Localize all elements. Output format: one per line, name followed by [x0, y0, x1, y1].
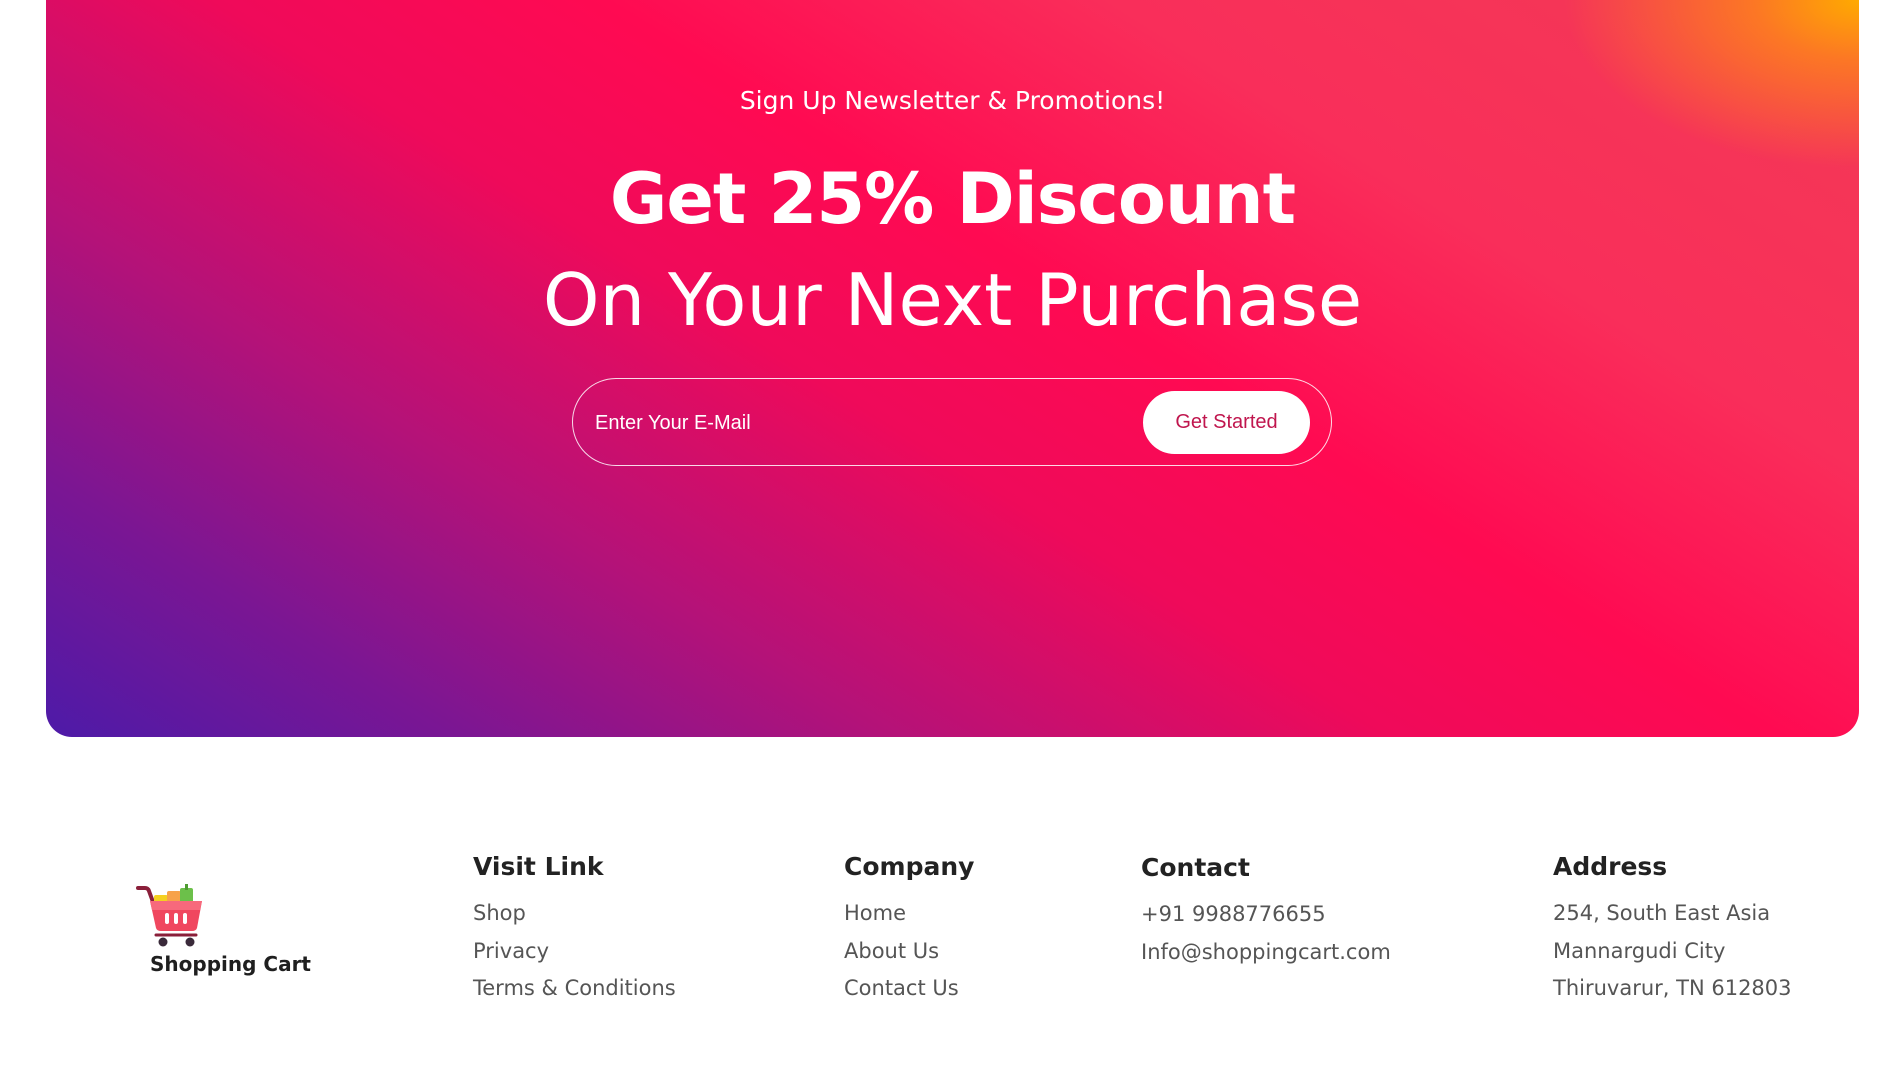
footer-company: Company Home About Us Contact Us — [844, 852, 974, 1014]
list-item: Home — [844, 901, 974, 939]
email-input[interactable] — [595, 401, 1095, 445]
company-heading: Company — [844, 852, 975, 881]
list-item: Privacy — [473, 939, 676, 977]
home-link[interactable]: Home — [844, 901, 906, 925]
terms-link[interactable]: Terms & Conditions — [473, 976, 676, 1000]
list-item: Terms & Conditions — [473, 976, 676, 1014]
about-us-link[interactable]: About Us — [844, 939, 939, 963]
list-item: +91 9988776655 — [1141, 902, 1391, 940]
get-started-button[interactable]: Get Started — [1143, 391, 1310, 454]
contact-us-link[interactable]: Contact Us — [844, 976, 959, 1000]
list-item: About Us — [844, 939, 974, 977]
list-item: Shop — [473, 901, 676, 939]
list-item: Contact Us — [844, 976, 974, 1014]
newsletter-form: Get Started — [572, 378, 1332, 466]
discount-subheadline: On Your Next Purchase — [542, 258, 1363, 342]
address-line: 254, South East Asia — [1553, 901, 1771, 925]
brand-name: Shopping Cart — [150, 952, 311, 976]
email-link[interactable]: Info@shoppingcart.com — [1141, 940, 1391, 964]
footer-address: Address 254, South East Asia Mannargudi … — [1553, 852, 1792, 1014]
privacy-link[interactable]: Privacy — [473, 939, 549, 963]
address-line: Thiruvarur, TN 612803 — [1553, 976, 1792, 1000]
page: Sign Up Newsletter & Promotions! Get 25%… — [0, 0, 1896, 1079]
footer-contact: Contact +91 9988776655 Info@shoppingcart… — [1141, 853, 1391, 977]
newsletter-eyebrow: Sign Up Newsletter & Promotions! — [739, 86, 1166, 115]
shop-link[interactable]: Shop — [473, 901, 526, 925]
phone-link[interactable]: +91 9988776655 — [1141, 902, 1326, 926]
footer-visit-links: Visit Link Shop Privacy Terms & Conditio… — [473, 852, 676, 1014]
visit-link-heading: Visit Link — [473, 852, 604, 881]
address-heading: Address — [1553, 852, 1668, 881]
address-line: Mannargudi City — [1553, 938, 1726, 963]
discount-headline: Get 25% Discount — [609, 158, 1296, 240]
list-item: Info@shoppingcart.com — [1141, 940, 1391, 978]
shopping-cart-icon — [136, 884, 202, 947]
newsletter-banner: Sign Up Newsletter & Promotions! Get 25%… — [46, 0, 1859, 737]
contact-heading: Contact — [1141, 853, 1250, 882]
